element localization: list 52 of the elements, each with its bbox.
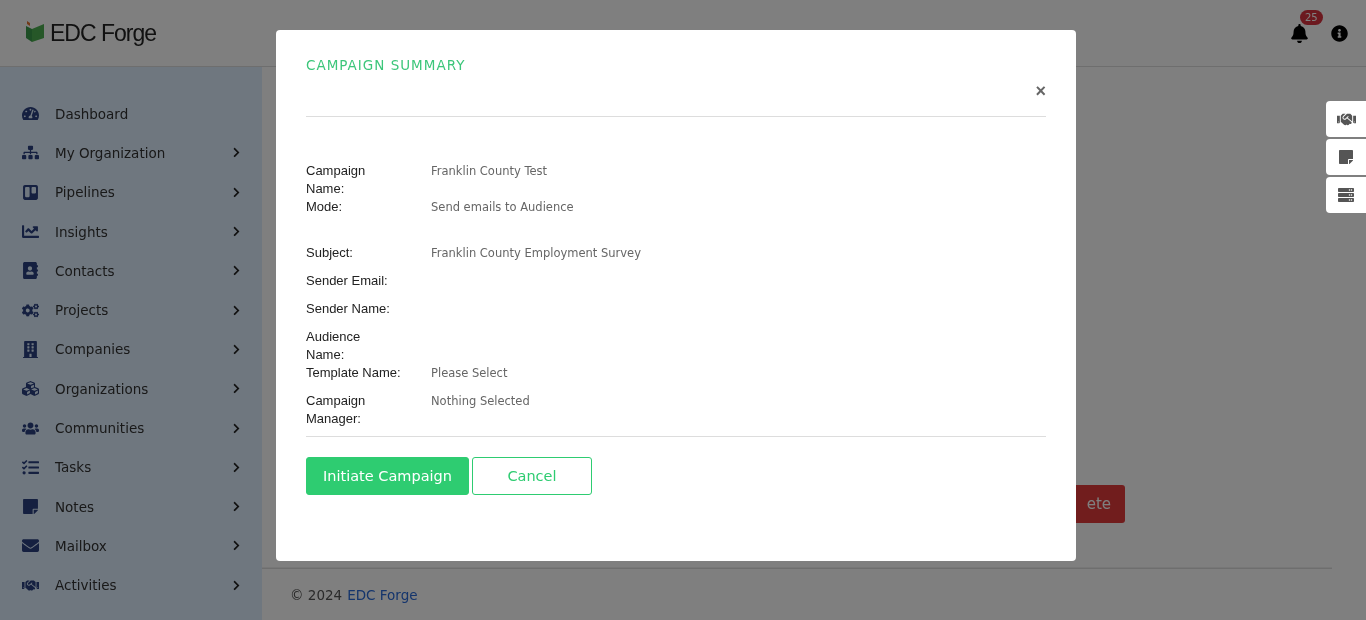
- info-icon[interactable]: [1331, 24, 1348, 42]
- logo-text: EDC Forge: [50, 19, 157, 47]
- cancel-button[interactable]: Cancel: [471, 457, 592, 495]
- field-label: Audience Name:: [306, 328, 362, 364]
- field-label: Subject:: [306, 244, 354, 262]
- close-button[interactable]: ×: [1035, 81, 1046, 100]
- note-icon: [1338, 149, 1354, 165]
- line-chart-icon: [22, 223, 39, 241]
- gauge-icon: [22, 105, 39, 123]
- list-button[interactable]: [1326, 177, 1366, 213]
- field-label: Mode:: [306, 198, 344, 216]
- field-value: Nothing Selected: [431, 393, 531, 410]
- footer-link[interactable]: EDC Forge: [347, 586, 418, 603]
- note-icon: [22, 498, 39, 516]
- sidebar-item[interactable]: My Organization: [0, 133, 262, 173]
- sidebar-item[interactable]: Organizations: [0, 369, 262, 409]
- copyright-text: © 2024: [290, 586, 343, 603]
- notification-badge: 25: [1300, 9, 1323, 25]
- field-value: Franklin County Test: [431, 163, 549, 180]
- bell-icon[interactable]: [1290, 23, 1309, 43]
- initiate-button[interactable]: Initiate Campaign: [306, 457, 469, 495]
- field-label: Template Name:: [306, 364, 402, 382]
- gears-icon: [22, 301, 39, 319]
- note-button[interactable]: [1326, 139, 1366, 175]
- sidebar-item[interactable]: Mailbox: [0, 526, 262, 566]
- sidebar-item[interactable]: Insights: [0, 211, 262, 252]
- sidebar-item[interactable]: Tasks: [0, 447, 262, 487]
- sidebar-item[interactable]: Projects: [0, 290, 262, 330]
- field-label: Sender Name:: [306, 300, 391, 318]
- list-icon: [22, 458, 39, 476]
- field-label: Campaign Name:: [306, 162, 367, 198]
- sidebar-item[interactable]: Pipelines: [0, 172, 262, 212]
- sidebar-item[interactable]: Dashboard: [0, 94, 262, 134]
- sidebar-item[interactable]: Companies: [0, 329, 262, 370]
- envelope-icon: [22, 537, 39, 555]
- field-value: Please Select: [431, 365, 509, 382]
- handshake-button[interactable]: [1326, 101, 1366, 137]
- sidebar-item[interactable]: Contacts: [0, 251, 262, 291]
- board-icon: [22, 183, 39, 201]
- dialog-title: CAMPAIGN SUMMARY: [306, 57, 466, 75]
- sidebar-item[interactable]: Activities: [0, 565, 262, 605]
- field-value: Send emails to Audience: [431, 199, 575, 216]
- field-value: Franklin County Employment Survey: [431, 245, 642, 262]
- field-label: Sender Email:: [306, 272, 389, 290]
- hierarchy-icon: [22, 144, 39, 162]
- contact-card-icon: [22, 262, 39, 280]
- field-label: Campaign Manager:: [306, 392, 367, 428]
- server-icon: [1338, 187, 1354, 203]
- cubes-icon: [22, 380, 39, 398]
- sidebar-item[interactable]: Communities: [0, 408, 262, 448]
- sidebar-item[interactable]: Notes: [0, 486, 262, 527]
- building-icon: [22, 340, 39, 358]
